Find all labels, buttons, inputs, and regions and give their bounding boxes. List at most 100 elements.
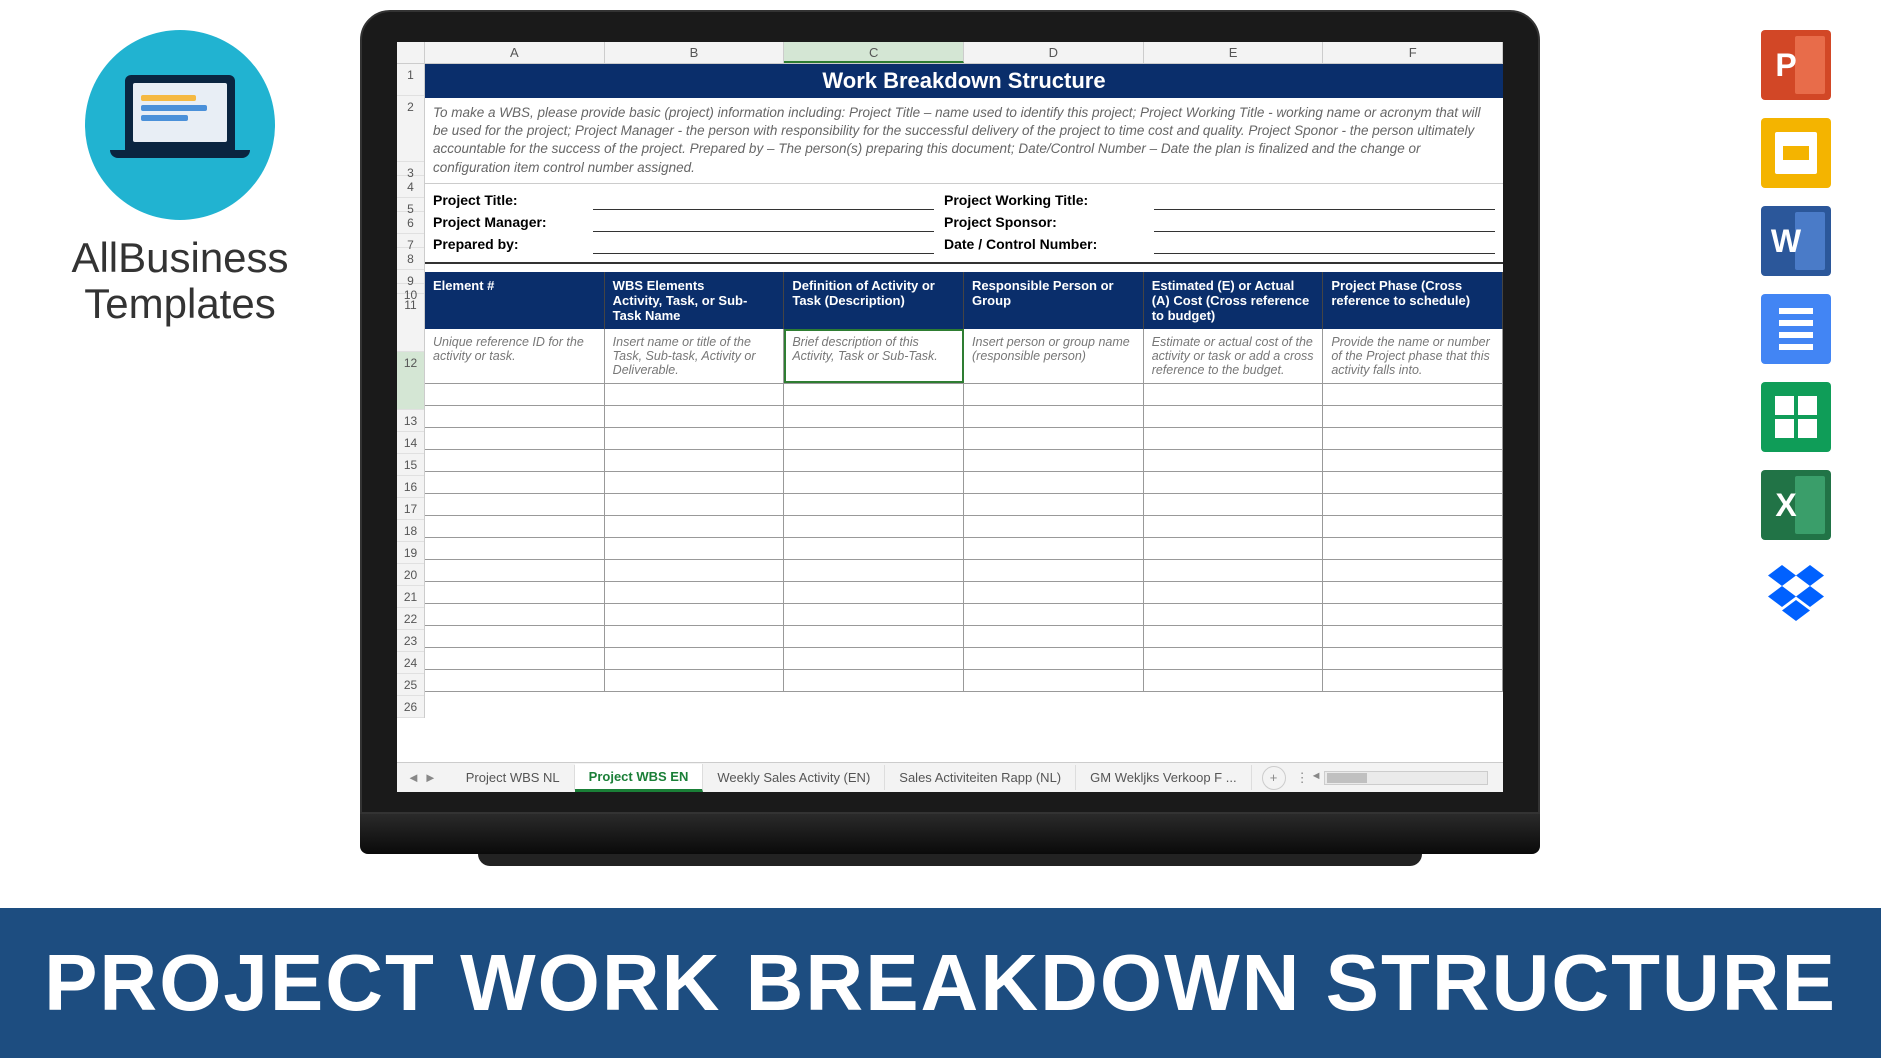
sheet-tabs-bar: ◄ ► Project WBS NL Project WBS EN Weekly… — [397, 762, 1503, 792]
brand-logo-area: AllBusiness Templates — [40, 30, 320, 327]
col-header-a[interactable]: A — [425, 42, 605, 63]
hint-responsible[interactable]: Insert person or group name (responsible… — [964, 329, 1144, 383]
sheet-tab-2[interactable]: Weekly Sales Activity (EN) — [703, 765, 885, 790]
laptop-icon — [110, 75, 250, 175]
row-num-5[interactable]: 5 — [397, 198, 424, 212]
table-row[interactable] — [425, 538, 1503, 560]
th-wbs-elements: WBS Elements Activity, Task, or Sub-Task… — [605, 272, 785, 329]
row-num-20[interactable]: 20 — [397, 564, 424, 586]
row-num-24[interactable]: 24 — [397, 652, 424, 674]
input-project-manager[interactable] — [593, 214, 934, 232]
row-num-23[interactable]: 23 — [397, 630, 424, 652]
th-element: Element # — [425, 272, 605, 329]
row-num-17[interactable]: 17 — [397, 498, 424, 520]
label-project-title: Project Title: — [433, 192, 583, 210]
table-row[interactable] — [425, 516, 1503, 538]
wbs-table-hint-row: Unique reference ID for the activity or … — [425, 329, 1503, 384]
tab-nav-next-icon[interactable]: ► — [424, 770, 437, 785]
table-row[interactable] — [425, 472, 1503, 494]
horizontal-scrollbar[interactable] — [1324, 771, 1488, 785]
dropbox-icon — [1761, 558, 1831, 628]
instructions-text: To make a WBS, please provide basic (pro… — [425, 98, 1503, 184]
hint-phase[interactable]: Provide the name or number of the Projec… — [1323, 329, 1503, 383]
input-project-title[interactable] — [593, 192, 934, 210]
row-num-22[interactable]: 22 — [397, 608, 424, 630]
hint-cost[interactable]: Estimate or actual cost of the activity … — [1144, 329, 1324, 383]
row-num-18[interactable]: 18 — [397, 520, 424, 542]
row-num-2[interactable]: 2 — [397, 96, 424, 162]
sheet-tab-1[interactable]: Project WBS EN — [575, 764, 704, 792]
page-title-banner: PROJECT WORK BREAKDOWN STRUCTURE — [0, 908, 1881, 1058]
tab-nav-prev-icon[interactable]: ◄ — [407, 770, 420, 785]
row-num-15[interactable]: 15 — [397, 454, 424, 476]
label-project-working-title: Project Working Title: — [944, 192, 1144, 210]
label-project-sponsor: Project Sponsor: — [944, 214, 1144, 232]
label-date-control: Date / Control Number: — [944, 236, 1144, 254]
sheet-content-area: Work Breakdown Structure To make a WBS, … — [425, 64, 1503, 718]
google-slides-icon — [1761, 118, 1831, 188]
row-num-1[interactable]: 1 — [397, 64, 424, 96]
th-phase: Project Phase (Cross reference to schedu… — [1323, 272, 1503, 329]
col-header-c[interactable]: C — [784, 42, 964, 63]
col-header-d[interactable]: D — [964, 42, 1144, 63]
table-row[interactable] — [425, 560, 1503, 582]
tab-nav-arrows[interactable]: ◄ ► — [407, 770, 437, 785]
label-prepared-by: Prepared by: — [433, 236, 583, 254]
table-row[interactable] — [425, 626, 1503, 648]
row-num-19[interactable]: 19 — [397, 542, 424, 564]
hint-definition[interactable]: Brief description of this Activity, Task… — [784, 329, 964, 383]
project-meta-grid: Project Title: Project Working Title: Pr… — [425, 184, 1503, 262]
table-row[interactable] — [425, 450, 1503, 472]
wbs-empty-rows — [425, 384, 1503, 692]
laptop-base — [360, 814, 1540, 854]
row-num-3[interactable]: 3 — [397, 162, 424, 176]
col-header-f[interactable]: F — [1323, 42, 1503, 63]
table-row[interactable] — [425, 648, 1503, 670]
input-project-working-title[interactable] — [1154, 192, 1495, 210]
table-row[interactable] — [425, 428, 1503, 450]
input-date-control[interactable] — [1154, 236, 1495, 254]
col-header-b[interactable]: B — [605, 42, 785, 63]
input-prepared-by[interactable] — [593, 236, 934, 254]
row-num-8[interactable]: 8 — [397, 248, 424, 270]
row-num-12[interactable]: 12 — [397, 352, 424, 410]
row-num-16[interactable]: 16 — [397, 476, 424, 498]
table-row[interactable] — [425, 582, 1503, 604]
table-row[interactable] — [425, 406, 1503, 428]
row-num-6[interactable]: 6 — [397, 212, 424, 234]
th-responsible: Responsible Person or Group — [964, 272, 1144, 329]
input-project-sponsor[interactable] — [1154, 214, 1495, 232]
sheet-tab-0[interactable]: Project WBS NL — [452, 765, 575, 790]
row-num-4[interactable]: 4 — [397, 176, 424, 198]
table-row[interactable] — [425, 494, 1503, 516]
row-num-11[interactable]: 11 — [397, 294, 424, 352]
banner-text: PROJECT WORK BREAKDOWN STRUCTURE — [44, 937, 1837, 1029]
row-num-21[interactable]: 21 — [397, 586, 424, 608]
tab-menu-dots-icon[interactable]: ⋮ — [1296, 770, 1309, 786]
hint-wbs-elements[interactable]: Insert name or title of the Task, Sub-ta… — [605, 329, 785, 383]
col-header-e[interactable]: E — [1144, 42, 1324, 63]
laptop-mockup: A B C D E F 1 2 3 4 5 6 7 8 9 10 — [360, 10, 1540, 866]
select-all-corner[interactable] — [397, 42, 425, 63]
hint-element[interactable]: Unique reference ID for the activity or … — [425, 329, 605, 383]
table-row[interactable] — [425, 604, 1503, 626]
row-num-10[interactable]: 10 — [397, 284, 424, 294]
scrollbar-thumb[interactable] — [1327, 773, 1367, 783]
row-num-7[interactable]: 7 — [397, 234, 424, 248]
row-num-13[interactable]: 13 — [397, 410, 424, 432]
sheet-title: Work Breakdown Structure — [425, 64, 1503, 98]
row-num-14[interactable]: 14 — [397, 432, 424, 454]
sheet-tab-3[interactable]: Sales Activiteiten Rapp (NL) — [885, 765, 1076, 790]
table-row[interactable] — [425, 384, 1503, 406]
row-num-26[interactable]: 26 — [397, 696, 424, 718]
laptop-foot — [478, 854, 1422, 866]
add-sheet-button[interactable]: + — [1262, 766, 1286, 790]
row-num-25[interactable]: 25 — [397, 674, 424, 696]
brand-logo-circle — [85, 30, 275, 220]
laptop-bezel: A B C D E F 1 2 3 4 5 6 7 8 9 10 — [360, 10, 1540, 814]
table-row[interactable] — [425, 670, 1503, 692]
format-icon-column: P W X — [1751, 30, 1841, 628]
sheet-tab-4[interactable]: GM Wekljks Verkoop F ... — [1076, 765, 1251, 790]
th-definition: Definition of Activity or Task (Descript… — [784, 272, 964, 329]
row-num-9[interactable]: 9 — [397, 270, 424, 284]
